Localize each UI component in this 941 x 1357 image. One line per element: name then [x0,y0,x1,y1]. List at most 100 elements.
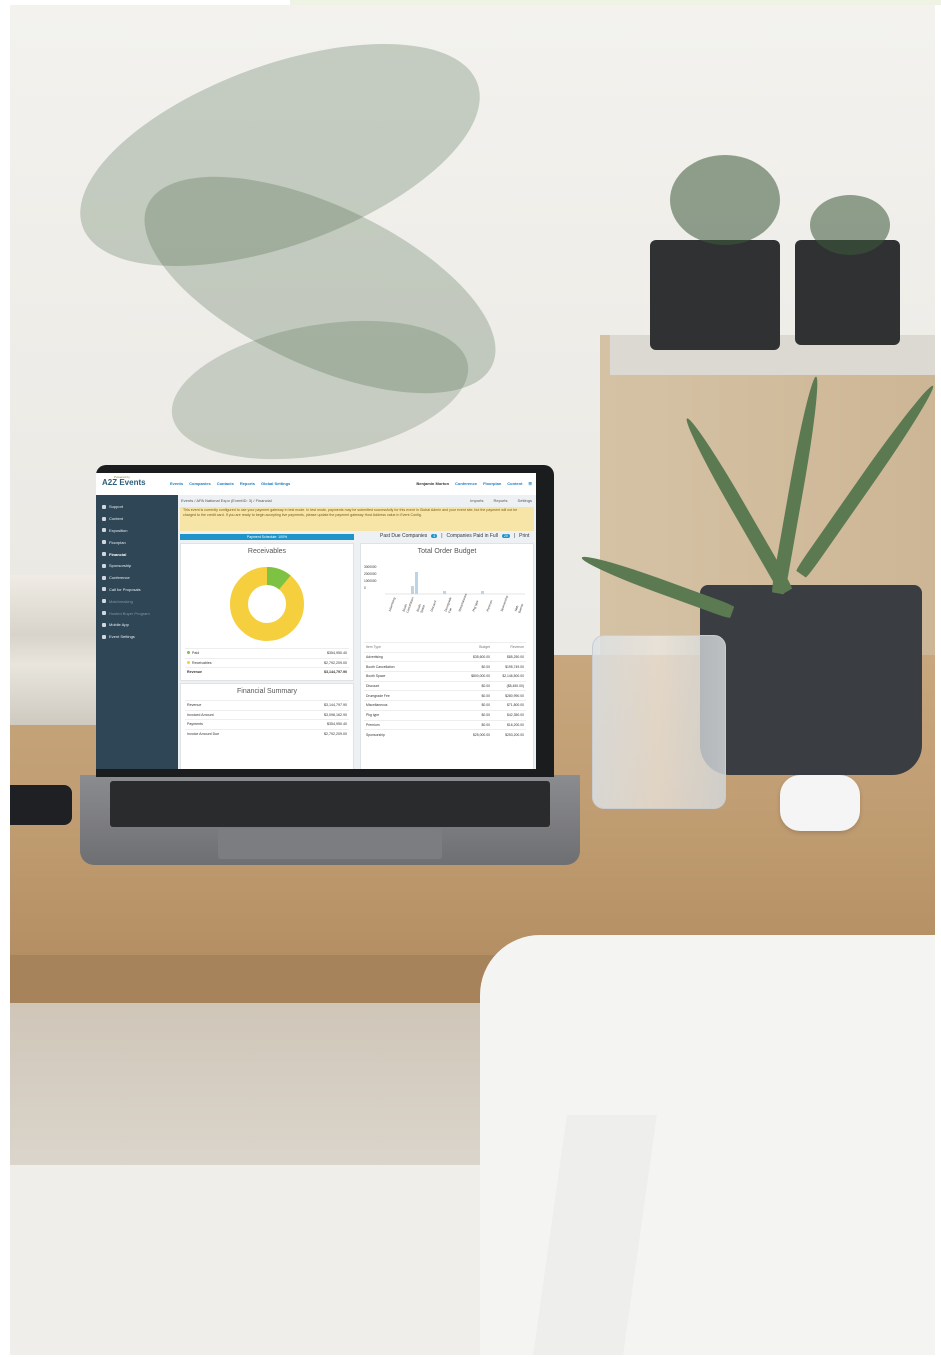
nav-floorplan[interactable]: Floorplan [483,481,501,486]
y-tick: 1000000 [364,579,377,583]
sidebar-item-conference[interactable]: Conference [96,572,178,584]
gear-icon [102,634,106,639]
sidebar-item-support[interactable]: Support [96,501,178,513]
budget-table: Item Type Budget Revenue Advertising $35,60… [364,642,526,739]
cell: Premium [366,722,380,727]
sidebar-label: Support [109,504,124,510]
phone [10,785,72,825]
separator: | [513,533,516,539]
exposition-icon [102,528,106,533]
legend-value: $2,792,209.00 [324,660,347,665]
col-header: Revenue [510,645,524,650]
sidebar-item-content[interactable]: Content [96,513,178,525]
book-stack [10,575,110,725]
nav-reports[interactable]: Reports [240,481,255,486]
sidebar-item-exposition[interactable]: Exposition [96,525,178,537]
settings-link[interactable]: Settings [518,498,532,503]
nav-conference[interactable]: Conference [455,481,477,486]
cell: ($8,450.00) [506,684,524,689]
sidebar-item-call-for-proposals[interactable]: Call for Proposals [96,584,178,596]
sidebar-label: Mobile App [109,622,129,628]
nav-right: Benjamin Morton Conference Floorplan Con… [416,481,532,486]
nav-global-settings[interactable]: Global Settings [261,481,290,486]
breadcrumb[interactable]: Events / APA National Expo (EventID: 3) … [181,498,272,503]
test-mode-alert: This event is currently configured to us… [180,507,534,531]
sidebar-item-financial[interactable]: Financial [96,548,178,560]
document-icon [102,587,106,592]
summary-label: Payments [187,722,203,727]
bar [415,572,418,594]
legend-row-paid: Paid $354,950.40 [185,648,349,658]
paid-full-link[interactable]: Companies Paid in Full [447,533,498,539]
nav-companies[interactable]: Companies [189,481,211,486]
cell: $25,000.00 [473,732,490,737]
nav-events[interactable]: Events [170,481,183,486]
background-pot [795,240,900,345]
cell: Booth Cancellation [366,664,395,669]
cell: Discount [366,684,380,689]
cell: $0.00 [481,713,491,718]
legend-label: Receivables [192,660,212,665]
hamburger-icon[interactable]: ☰ [528,481,532,486]
cell: $0.00 [481,684,491,689]
receivables-donut [230,567,304,641]
users-icon [102,611,106,616]
sidebar-item-sponsorship[interactable]: Sponsorship [96,560,178,572]
status-links: Past Due Companies 4 | Companies Paid in… [380,533,529,539]
sidebar-item-floorplan[interactable]: Floorplan [96,536,178,548]
summary-row: Revenue $3,144,797.90 [185,700,349,710]
budget-y-axis: 3000000 2000000 1000000 0 [364,564,376,592]
table-row: Sponsorship $25,000.00 $253,200.00 [364,729,526,739]
legend-row-revenue: Revenue $3,144,797.90 [185,667,349,677]
imports-link[interactable]: Imports [470,498,483,503]
sidebar-item-matchmaking[interactable]: Matchmaking [96,595,178,607]
budget-table-header: Item Type Budget Revenue [364,642,526,652]
summary-value: $3,098,162.90 [324,712,347,717]
sidebar-label: Financial [109,551,127,557]
sidebar-item-mobile-app[interactable]: Mobile App [96,619,178,631]
bar [481,591,484,594]
edit-icon [102,516,106,521]
x-label: Drumgrade Fee [443,596,453,614]
summary-value: $3,144,797.90 [324,703,347,708]
x-label: Premium [485,599,494,613]
sidebar-item-event-settings[interactable]: Event Settings [96,631,178,643]
financial-summary-title: Financial Summary [237,688,297,695]
cell: $0.00 [481,693,491,698]
cell: Drumgrade Fee [366,693,390,698]
paid-dot [187,651,190,655]
sidebar-label: Floorplan [109,539,126,545]
receivables-panel: Receivables Paid $354,950.40 Receivables $… [180,543,354,681]
summary-label: Revenue [187,703,202,708]
financial-summary-panel: Financial Summary Revenue $3,144,797.90 I… [180,683,354,769]
sidebar-label: Call for Proposals [109,586,141,592]
cell: $280,990.00 [505,693,524,698]
nav-contacts[interactable]: Contacts [217,481,234,486]
cell: Miscellaneous [366,703,388,708]
x-label: Sponsorship [499,595,509,613]
cell: $0.00 [481,664,491,669]
top-nav: Powered by A2Z Events Events Companies C… [96,473,536,496]
summary-label: Invoiced Amount [187,712,214,717]
past-due-link[interactable]: Past Due Companies [380,533,427,539]
nav-content[interactable]: Content [507,481,522,486]
sidebar-item-hosted-buyer[interactable]: Hosted Buyer Program [96,607,178,619]
support-icon [102,504,106,509]
keyboard [110,781,550,827]
receivables-title: Receivables [247,548,287,555]
gear-icon [102,599,106,604]
flag-icon [102,552,106,557]
summary-value: $354,950.40 [327,722,347,727]
reports-link[interactable]: Reports [494,498,508,503]
print-link[interactable]: Print [519,533,529,539]
x-label: Discount [429,599,438,613]
sidebar-label: Matchmaking [109,598,133,604]
cell: Sponsorship [366,732,385,737]
table-row: Booth Cancellation $0.00 $195,749.00 [364,661,526,671]
table-row: Drumgrade Fee $0.00 $280,990.00 [364,690,526,700]
bar [443,591,446,594]
map-pin-icon [102,540,106,545]
cell: $253,200.00 [505,732,524,737]
cell: Advertising [366,655,383,660]
user-menu[interactable]: Benjamin Morton [416,481,449,486]
